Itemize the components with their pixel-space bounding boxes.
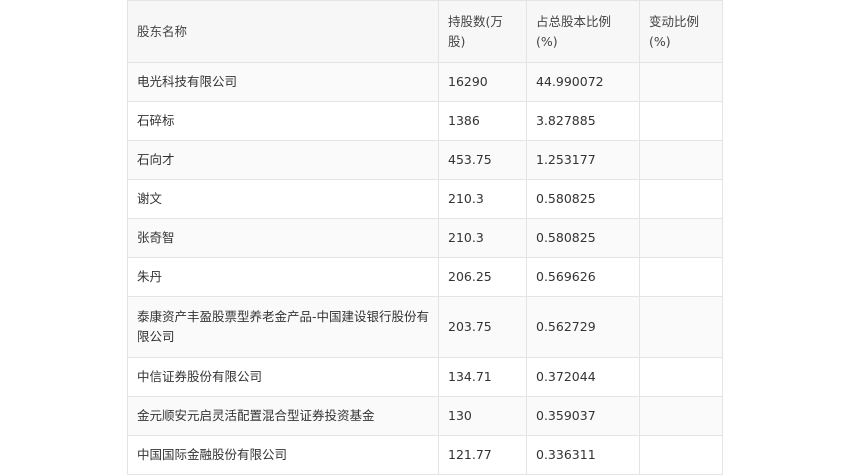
cell-ratio: 0.372044 (526, 357, 640, 397)
header-shareholder-name: 股东名称 (127, 0, 439, 63)
cell-name: 谢文 (127, 179, 439, 219)
table-row: 张奇智 210.3 0.580825 (127, 218, 723, 258)
cell-change (639, 396, 723, 436)
cell-change (639, 296, 723, 358)
cell-shares: 453.75 (438, 140, 527, 180)
header-change: 变动比例(%) (639, 0, 723, 63)
cell-ratio: 44.990072 (526, 62, 640, 102)
cell-change (639, 140, 723, 180)
header-ratio: 占总股本比例(%) (526, 0, 640, 63)
cell-name: 金元顺安元启灵活配置混合型证券投资基金 (127, 396, 439, 436)
cell-change (639, 218, 723, 258)
cell-name: 泰康资产丰盈股票型养老金产品-中国建设银行股份有限公司 (127, 296, 439, 358)
cell-change (639, 62, 723, 102)
table-row: 朱丹 206.25 0.569626 (127, 257, 723, 297)
cell-shares: 134.71 (438, 357, 527, 397)
shareholder-table: 股东名称 持股数(万股) 占总股本比例(%) 变动比例(%) 电光科技有限公司 … (127, 0, 723, 475)
cell-change (639, 179, 723, 219)
cell-ratio: 0.580825 (526, 218, 640, 258)
cell-ratio: 0.359037 (526, 396, 640, 436)
cell-change (639, 435, 723, 475)
cell-name: 中国国际金融股份有限公司 (127, 435, 439, 475)
table-row: 中信证券股份有限公司 134.71 0.372044 (127, 357, 723, 397)
cell-name: 中信证券股份有限公司 (127, 357, 439, 397)
cell-ratio: 0.580825 (526, 179, 640, 219)
cell-shares: 121.77 (438, 435, 527, 475)
cell-shares: 1386 (438, 101, 527, 141)
cell-shares: 210.3 (438, 179, 527, 219)
cell-ratio: 3.827885 (526, 101, 640, 141)
cell-ratio: 1.253177 (526, 140, 640, 180)
table-row: 石向才 453.75 1.253177 (127, 140, 723, 180)
table-header-row: 股东名称 持股数(万股) 占总股本比例(%) 变动比例(%) (127, 0, 723, 63)
table-row: 电光科技有限公司 16290 44.990072 (127, 62, 723, 102)
table-row: 中国国际金融股份有限公司 121.77 0.336311 (127, 435, 723, 475)
table-row: 金元顺安元启灵活配置混合型证券投资基金 130 0.359037 (127, 396, 723, 436)
cell-ratio: 0.336311 (526, 435, 640, 475)
cell-change (639, 101, 723, 141)
cell-change (639, 257, 723, 297)
cell-shares: 203.75 (438, 296, 527, 358)
table-row: 石碎标 1386 3.827885 (127, 101, 723, 141)
cell-shares: 206.25 (438, 257, 527, 297)
cell-name: 电光科技有限公司 (127, 62, 439, 102)
cell-shares: 130 (438, 396, 527, 436)
cell-name: 张奇智 (127, 218, 439, 258)
cell-change (639, 357, 723, 397)
cell-ratio: 0.569626 (526, 257, 640, 297)
cell-shares: 210.3 (438, 218, 527, 258)
table-row: 谢文 210.3 0.580825 (127, 179, 723, 219)
header-shares: 持股数(万股) (438, 0, 527, 63)
table-row: 泰康资产丰盈股票型养老金产品-中国建设银行股份有限公司 203.75 0.562… (127, 296, 723, 358)
cell-name: 石碎标 (127, 101, 439, 141)
shareholder-table-container: 股东名称 持股数(万股) 占总股本比例(%) 变动比例(%) 电光科技有限公司 … (127, 0, 723, 475)
cell-shares: 16290 (438, 62, 527, 102)
cell-name: 朱丹 (127, 257, 439, 297)
cell-ratio: 0.562729 (526, 296, 640, 358)
cell-name: 石向才 (127, 140, 439, 180)
